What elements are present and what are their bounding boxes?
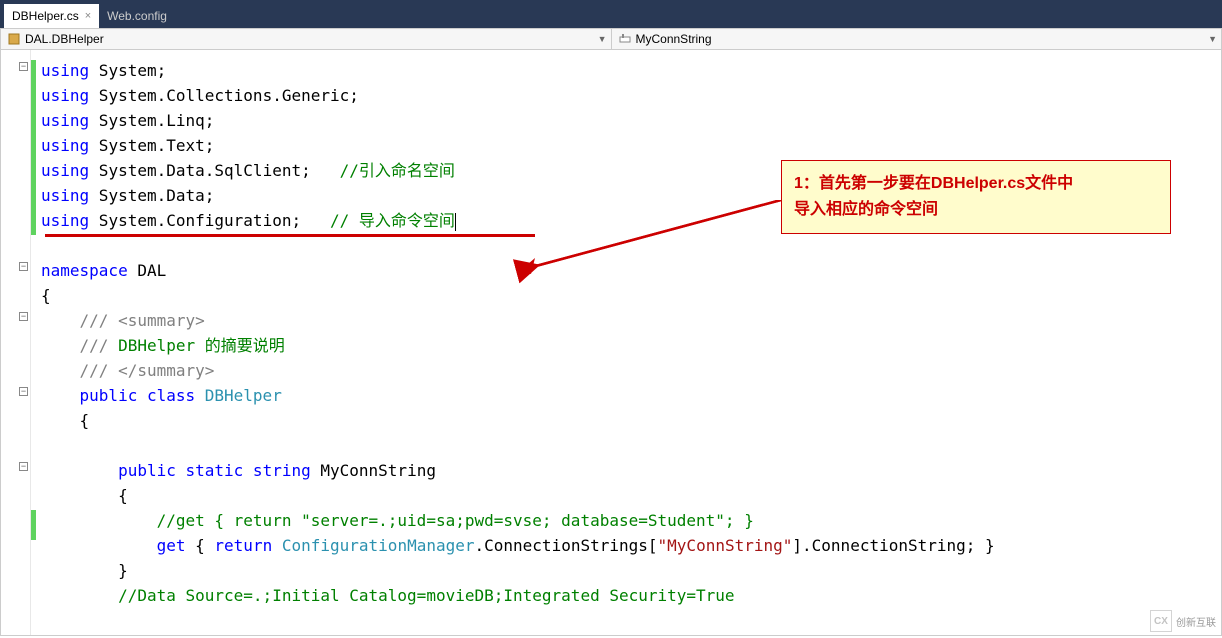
- keyword: public: [118, 461, 176, 480]
- type-name: ConfigurationManager: [282, 536, 475, 555]
- watermark-text: 创新互联: [1176, 614, 1216, 629]
- keyword: using: [41, 86, 89, 105]
- keyword: using: [41, 211, 89, 230]
- keyword: static: [176, 461, 243, 480]
- identifier: MyConnString: [311, 461, 436, 480]
- fold-toggle-icon[interactable]: −: [19, 387, 28, 396]
- watermark: CX 创新互联: [1150, 610, 1216, 632]
- code-text: {: [186, 536, 215, 555]
- code-text: System.Configuration;: [89, 211, 330, 230]
- tab-label: DBHelper.cs: [12, 9, 79, 23]
- member-dropdown[interactable]: MyConnString ▼: [612, 29, 1222, 49]
- keyword: using: [41, 61, 89, 80]
- class-dropdown[interactable]: DAL.DBHelper ▼: [1, 29, 612, 49]
- chevron-down-icon: ▼: [1208, 34, 1217, 44]
- annotation-underline: [45, 234, 535, 237]
- keyword: return: [214, 536, 272, 555]
- keyword: using: [41, 161, 89, 180]
- code-text: {: [41, 286, 51, 305]
- code-editor[interactable]: − − − − − using System; using System.Col…: [0, 50, 1222, 636]
- close-icon[interactable]: ×: [85, 10, 91, 22]
- indent: [41, 536, 157, 555]
- fold-toggle-icon[interactable]: −: [19, 62, 28, 71]
- keyword: public: [80, 386, 138, 405]
- fold-toggle-icon[interactable]: −: [19, 312, 28, 321]
- tab-webconfig[interactable]: Web.config: [99, 4, 175, 28]
- keyword: using: [41, 136, 89, 155]
- code-text: System.Collections.Generic;: [89, 86, 359, 105]
- class-dropdown-label: DAL.DBHelper: [25, 32, 104, 46]
- comment: //get { return "server=.;uid=sa;pwd=svse…: [41, 511, 754, 530]
- doc-comment: /// </summary>: [41, 361, 214, 380]
- indent: [41, 461, 118, 480]
- code-content[interactable]: using System; using System.Collections.G…: [31, 50, 1221, 635]
- doc-comment: ///: [41, 336, 118, 355]
- fold-toggle-icon[interactable]: −: [19, 262, 28, 271]
- tab-dbhelper[interactable]: DBHelper.cs ×: [4, 4, 99, 28]
- keyword: get: [157, 536, 186, 555]
- text-cursor: [455, 213, 456, 231]
- callout-line: 1：首先第一步要在DBHelper.cs文件中: [794, 171, 1158, 197]
- code-text: System.Data.SqlClient;: [89, 161, 339, 180]
- code-text: System.Data;: [89, 186, 214, 205]
- tab-label: Web.config: [107, 9, 167, 23]
- annotation-callout: 1：首先第一步要在DBHelper.cs文件中 导入相应的命令空间: [781, 160, 1171, 234]
- string-literal: "MyConnString": [658, 536, 793, 555]
- code-text: System.Text;: [89, 136, 214, 155]
- fold-toggle-icon[interactable]: −: [19, 462, 28, 471]
- callout-line: 导入相应的命令空间: [794, 197, 1158, 223]
- class-icon: [7, 32, 21, 46]
- type-name: DBHelper: [195, 386, 282, 405]
- keyword: string: [243, 461, 310, 480]
- indent: [41, 386, 80, 405]
- code-text: DAL: [128, 261, 167, 280]
- gutter: − − − − −: [1, 50, 31, 635]
- watermark-logo: CX: [1150, 610, 1172, 632]
- code-text: ].ConnectionString; }: [792, 536, 994, 555]
- doc-comment-text: DBHelper 的摘要说明: [118, 336, 285, 355]
- keyword: using: [41, 186, 89, 205]
- keyword: class: [137, 386, 195, 405]
- code-text: System.Linq;: [89, 111, 214, 130]
- code-text: .ConnectionStrings[: [475, 536, 658, 555]
- chevron-down-icon: ▼: [598, 34, 607, 44]
- code-text: [272, 536, 282, 555]
- member-dropdown-label: MyConnString: [636, 32, 712, 46]
- comment: //引入命名空间: [340, 161, 455, 180]
- code-text: {: [41, 411, 89, 430]
- comment: // 导入命令空间: [330, 211, 455, 230]
- keyword: using: [41, 111, 89, 130]
- property-icon: [618, 32, 632, 46]
- doc-comment: /// <summary>: [41, 311, 205, 330]
- navigation-bar: DAL.DBHelper ▼ MyConnString ▼: [0, 28, 1222, 50]
- code-text: System;: [89, 61, 166, 80]
- code-text: }: [41, 561, 128, 580]
- comment: //Data Source=.;Initial Catalog=movieDB;…: [41, 586, 735, 605]
- code-text: {: [41, 486, 128, 505]
- keyword: namespace: [41, 261, 128, 280]
- tab-bar: DBHelper.cs × Web.config: [0, 0, 1222, 28]
